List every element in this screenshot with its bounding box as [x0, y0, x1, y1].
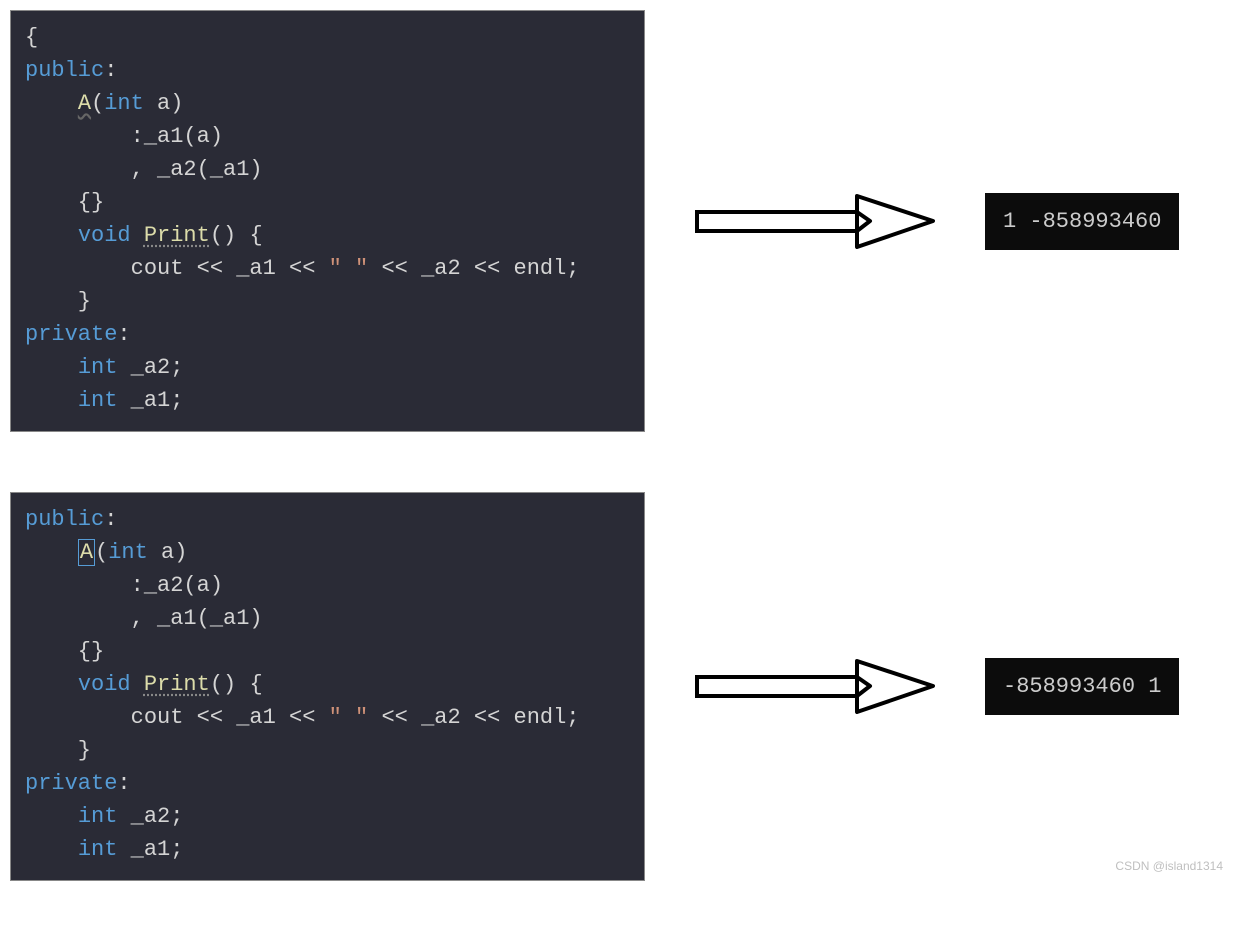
code-block-1: { public: A(int a) :_a1(a) , _a2(_a1) {}…: [10, 10, 645, 432]
colon: :: [104, 507, 117, 532]
space: [131, 223, 144, 248]
rest: () {: [210, 672, 263, 697]
output-box-1: 1 -858993460: [985, 193, 1179, 250]
colon: :: [117, 322, 130, 347]
watermark: CSDN @island1314: [1115, 859, 1223, 873]
param: a: [148, 540, 174, 565]
member: _a2;: [117, 804, 183, 829]
brace: {: [25, 25, 38, 50]
keyword-int: int: [78, 388, 118, 413]
cout-pre: cout << _a1 <<: [25, 705, 329, 730]
string-literal: " ": [329, 705, 369, 730]
keyword-int: int: [104, 91, 144, 116]
paren: ): [170, 91, 183, 116]
example-row-1: { public: A(int a) :_a1(a) , _a2(_a1) {}…: [10, 10, 1225, 432]
paren: (: [91, 91, 104, 116]
init-line: , _a1(_a1): [25, 606, 263, 631]
output-box-2: -858993460 1: [985, 658, 1179, 715]
init-line: , _a2(_a1): [25, 157, 263, 182]
function-name: Print: [144, 672, 210, 697]
member: _a2;: [117, 355, 183, 380]
keyword-void: void: [78, 223, 131, 248]
keyword-int: int: [78, 804, 118, 829]
keyword-int: int: [78, 837, 118, 862]
brace-close: }: [25, 738, 91, 763]
colon: :: [104, 58, 117, 83]
braces: {}: [25, 639, 104, 664]
constructor-name: A: [78, 91, 91, 116]
cout-pre: cout << _a1 <<: [25, 256, 329, 281]
init-line: :_a1(a): [25, 124, 223, 149]
rest: () {: [210, 223, 263, 248]
keyword-int: int: [108, 540, 148, 565]
keyword-public: public: [25, 507, 104, 532]
paren: (: [95, 540, 108, 565]
space: [131, 672, 144, 697]
constructor-name: A: [78, 539, 95, 566]
cout-post: << _a2 << endl;: [368, 256, 579, 281]
arrow-icon: [695, 194, 935, 249]
param: a: [144, 91, 170, 116]
arrow-icon: [695, 659, 935, 714]
example-row-2: public: A(int a) :_a2(a) , _a1(_a1) {} v…: [10, 492, 1225, 881]
braces: {}: [25, 190, 104, 215]
keyword-void: void: [78, 672, 131, 697]
string-literal: " ": [329, 256, 369, 281]
paren: ): [174, 540, 187, 565]
keyword-private: private: [25, 771, 117, 796]
function-name: Print: [144, 223, 210, 248]
keyword-private: private: [25, 322, 117, 347]
colon: :: [117, 771, 130, 796]
keyword-public: public: [25, 58, 104, 83]
member: _a1;: [117, 388, 183, 413]
code-block-2: public: A(int a) :_a2(a) , _a1(_a1) {} v…: [10, 492, 645, 881]
init-line: :_a2(a): [25, 573, 223, 598]
brace-close: }: [25, 289, 91, 314]
keyword-int: int: [78, 355, 118, 380]
member: _a1;: [117, 837, 183, 862]
cout-post: << _a2 << endl;: [368, 705, 579, 730]
